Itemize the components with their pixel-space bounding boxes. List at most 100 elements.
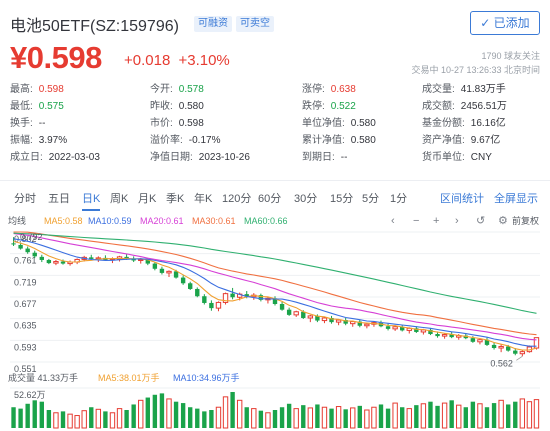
period-tab[interactable]: 分时 <box>14 189 36 209</box>
volume-bar <box>25 403 30 428</box>
quote-label: 涨停: <box>302 84 325 95</box>
quote-value: -- <box>340 152 348 163</box>
period-tab[interactable]: 30分 <box>294 189 317 209</box>
volume-bar <box>321 406 328 429</box>
scroll-right-icon[interactable]: › <box>455 214 459 228</box>
period-tab[interactable]: 1分 <box>390 189 407 209</box>
volume-bar <box>307 407 314 429</box>
quote-cell: 振幅: 3.97% <box>10 133 67 149</box>
quote-value: 0.580 <box>178 101 204 112</box>
period-tab[interactable]: 15分 <box>330 189 353 209</box>
y-tick-label: 0.593 <box>14 342 37 352</box>
volume-bar <box>428 401 433 428</box>
quote-cell: 基金份额: 16.16亿 <box>422 116 506 132</box>
volume-bar <box>265 412 271 429</box>
quote-value: 41.83万手 <box>460 84 506 95</box>
ma-legend: 均线 MA5:0.58 MA10:0.59 MA20:0.61 MA30:0.6… <box>8 214 540 228</box>
candle-body <box>53 261 59 264</box>
volume-bar <box>67 413 73 429</box>
period-tab[interactable]: 周K <box>110 189 128 209</box>
margin-badge[interactable]: 可融资 <box>194 16 232 32</box>
quote-value: -0.17% <box>188 135 221 146</box>
volume-bar <box>166 398 172 429</box>
interval-stats-link[interactable]: 区间统计 <box>440 189 484 209</box>
candle-body <box>286 309 292 315</box>
price-change-percent: +3.10% <box>178 52 230 69</box>
candle-body <box>307 315 314 319</box>
zoom-out-icon[interactable]: − <box>413 214 419 228</box>
volume-bar <box>89 407 94 428</box>
quote-cell: 成交量: 41.83万手 <box>422 82 506 98</box>
period-tab[interactable]: 60分 <box>258 189 281 209</box>
adjust-mode[interactable]: 前复权 <box>512 214 539 228</box>
candle-body <box>321 317 328 322</box>
candle-body <box>477 339 483 343</box>
volume-bar <box>95 408 102 429</box>
ma30-value: MA30:0.61 <box>192 216 236 226</box>
zoom-in-icon[interactable]: + <box>433 214 439 228</box>
candle-body <box>32 252 37 257</box>
volume-bar <box>230 392 235 428</box>
quote-label: 振幅: <box>10 135 33 146</box>
volume-bar <box>279 407 285 428</box>
candle-body <box>11 243 16 245</box>
quote-value: 3.97% <box>38 135 68 146</box>
period-tab[interactable]: 年K <box>194 189 212 209</box>
volume-bar <box>53 412 59 429</box>
watchlist-added-button[interactable]: ✓ 已添加 <box>470 11 540 35</box>
candle-body <box>293 311 299 316</box>
y-tick-label: 0.677 <box>14 299 37 309</box>
quote-cell: 成立日: 2022-03-03 <box>10 150 100 166</box>
fullscreen-link[interactable]: 全屏显示 <box>494 189 538 209</box>
candle-body <box>173 271 179 278</box>
volume-bar <box>513 401 518 428</box>
period-tab[interactable]: 120分 <box>222 189 251 209</box>
y-tick-label: 0.761 <box>14 256 37 266</box>
quote-cell: 最高: 0.598 <box>10 82 64 98</box>
price-change: +0.018 +3.10% <box>124 52 230 69</box>
volume-bar <box>357 405 362 428</box>
period-tab[interactable]: 五日 <box>48 189 70 209</box>
quote-row: 最低: 0.575 昨收: 0.580 跌停: 0.522 成交额: 2456.51万 <box>10 99 540 115</box>
volume-bar <box>272 410 278 428</box>
candle-body <box>25 248 30 253</box>
quote-label: 成立日: <box>10 152 43 163</box>
period-tab[interactable]: 5分 <box>362 189 379 209</box>
short-badge[interactable]: 可卖空 <box>236 16 274 32</box>
high-price-label: 0.792 <box>20 232 43 242</box>
quote-value: 2023-10-26 <box>198 152 250 163</box>
candle-body <box>39 256 44 260</box>
candle-body <box>435 334 440 337</box>
candle-body <box>385 326 391 329</box>
quote-cell: 最低: 0.575 <box>10 99 64 115</box>
quote-value: 0.580 <box>350 135 376 146</box>
period-tab[interactable]: 季K <box>166 189 184 209</box>
quote-cell: 涨停: 0.638 <box>302 82 356 98</box>
quote-cell: 资产净值: 9.67亿 <box>422 133 500 149</box>
volume-bar <box>420 403 427 429</box>
quote-value: 2022-03-03 <box>48 152 100 163</box>
volume-bar <box>400 407 405 428</box>
quote-cell: 跌停: 0.522 <box>302 99 356 115</box>
volume-max-label: 52.62万 <box>14 390 46 400</box>
kline-chart[interactable]: 0.8020.7610.7190.6770.6350.5930.5510.792… <box>0 228 550 431</box>
chart-settings-icon[interactable]: ⚙ <box>498 214 508 228</box>
quote-label: 净值日期: <box>150 152 193 163</box>
reset-icon[interactable]: ↺ <box>476 214 485 228</box>
candle-body <box>364 323 370 327</box>
volume-bar <box>526 401 533 429</box>
volume-bar <box>74 415 80 429</box>
volume-bar <box>138 399 144 429</box>
volume-bar <box>533 399 540 429</box>
period-tab[interactable]: 月K <box>138 189 156 209</box>
quote-row: 振幅: 3.97% 溢价率: -0.17% 累计净值: 0.580 资产净值: 9.67亿 <box>10 133 540 149</box>
volume-bar <box>195 408 200 428</box>
quote-label: 最高: <box>10 84 33 95</box>
volume-bar <box>159 393 165 428</box>
ma20-value: MA20:0.61 <box>140 216 184 226</box>
scroll-left-icon[interactable]: ‹ <box>391 214 395 228</box>
candle-body <box>230 293 235 298</box>
current-price: ¥0.598 <box>10 40 102 75</box>
period-tab[interactable]: 日K <box>82 189 101 211</box>
volume-bar <box>109 412 116 429</box>
